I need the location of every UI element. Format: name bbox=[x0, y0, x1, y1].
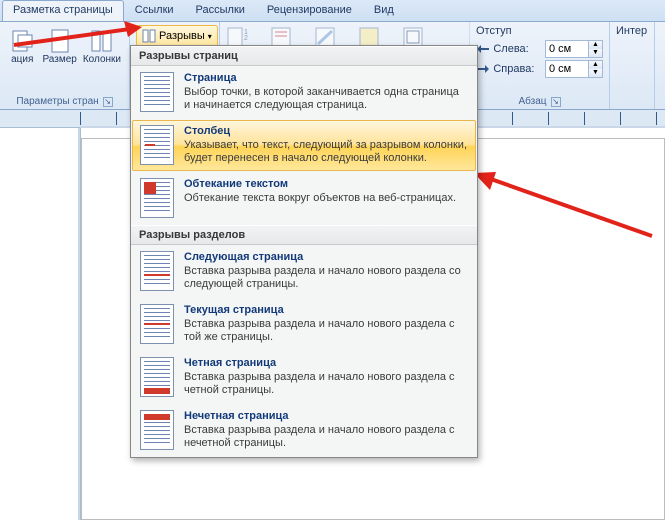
size-button[interactable]: Размер bbox=[40, 25, 78, 68]
dropdown-item-title: Страница bbox=[184, 72, 468, 85]
page-borders-icon[interactable] bbox=[402, 27, 426, 47]
indent-left-label: Слева: bbox=[493, 43, 541, 55]
text-wrap-break-icon bbox=[140, 178, 174, 218]
dropdown-item-desc: Вставка разрыва раздела и начало нового … bbox=[184, 318, 468, 344]
break-item-odd-page[interactable]: Нечетная страница Вставка разрыва раздел… bbox=[131, 404, 477, 457]
tab-review[interactable]: Рецензирование bbox=[256, 0, 363, 21]
dropdown-item-desc: Выбор точки, в которой заканчивается одн… bbox=[184, 86, 468, 112]
dropdown-item-title: Обтекание текстом bbox=[184, 178, 468, 191]
breaks-dropdown: Разрывы страниц Страница Выбор точки, в … bbox=[130, 45, 478, 458]
dropdown-item-desc: Обтекание текста вокруг объектов на веб-… bbox=[184, 192, 468, 205]
columns-label: Колонки bbox=[83, 54, 121, 65]
paragraph-dialog-launcher[interactable]: ↘ bbox=[551, 97, 561, 107]
orientation-label: ация bbox=[11, 54, 33, 65]
indent-right-label: Справа: bbox=[493, 63, 541, 75]
dropdown-header-page-breaks: Разрывы страниц bbox=[131, 46, 477, 66]
breaks-button[interactable]: Разрывы ▾ bbox=[136, 25, 218, 47]
dropdown-item-desc: Вставка разрыва раздела и начало нового … bbox=[184, 265, 468, 291]
indent-left-icon bbox=[476, 43, 489, 55]
tab-page-layout[interactable]: Разметка страницы bbox=[2, 0, 124, 21]
breaks-icon bbox=[142, 29, 156, 43]
page-setup-group-caption: Параметры стран ↘ bbox=[6, 96, 123, 107]
dropdown-item-title: Нечетная страница bbox=[184, 410, 468, 423]
indent-right-icon bbox=[476, 63, 489, 75]
size-label: Размер bbox=[42, 54, 76, 65]
column-break-icon bbox=[140, 125, 174, 165]
dropdown-item-desc: Вставка разрыва раздела и начало нового … bbox=[184, 371, 468, 397]
page-color-icon[interactable] bbox=[358, 27, 382, 47]
size-icon bbox=[47, 28, 73, 54]
indent-right-input[interactable] bbox=[546, 61, 588, 77]
columns-icon bbox=[89, 28, 115, 54]
odd-page-section-icon bbox=[140, 410, 174, 450]
columns-button[interactable]: Колонки bbox=[81, 25, 123, 68]
watermark-icon[interactable] bbox=[314, 27, 338, 47]
paragraph-group-caption: Абзац ↘ bbox=[476, 96, 603, 107]
continuous-section-icon bbox=[140, 304, 174, 344]
ribbon-tabs: Разметка страницы Ссылки Рассылки Реценз… bbox=[0, 0, 665, 22]
break-item-continuous[interactable]: Текущая страница Вставка разрыва раздела… bbox=[131, 298, 477, 351]
indent-label: Отступ bbox=[476, 25, 603, 39]
line-numbers-icon[interactable]: 12 bbox=[226, 27, 250, 47]
dropdown-item-desc: Указывает, что текст, следующий за разры… bbox=[184, 139, 468, 165]
indent-left-input[interactable] bbox=[546, 41, 588, 57]
page-break-icon bbox=[140, 72, 174, 112]
orientation-icon bbox=[9, 28, 35, 54]
breaks-label: Разрывы bbox=[159, 30, 205, 42]
tab-references[interactable]: Ссылки bbox=[124, 0, 185, 21]
tab-mailings[interactable]: Рассылки bbox=[185, 0, 256, 21]
orientation-button[interactable]: ация bbox=[6, 25, 38, 68]
indent-left-spinner[interactable]: ▲▼ bbox=[545, 40, 603, 58]
dropdown-item-title: Четная страница bbox=[184, 357, 468, 370]
next-page-section-icon bbox=[140, 251, 174, 291]
tab-view[interactable]: Вид bbox=[363, 0, 405, 21]
spin-up[interactable]: ▲ bbox=[588, 61, 602, 69]
spin-up[interactable]: ▲ bbox=[588, 41, 602, 49]
dropdown-header-section-breaks: Разрывы разделов bbox=[131, 225, 477, 245]
indent-right-spinner[interactable]: ▲▼ bbox=[545, 60, 603, 78]
even-page-section-icon bbox=[140, 357, 174, 397]
dropdown-item-title: Следующая страница bbox=[184, 251, 468, 264]
chevron-down-icon: ▾ bbox=[208, 32, 212, 41]
break-item-next-page[interactable]: Следующая страница Вставка разрыва разде… bbox=[131, 245, 477, 298]
spin-down[interactable]: ▼ bbox=[588, 69, 602, 77]
break-item-column[interactable]: Столбец Указывает, что текст, следующий … bbox=[132, 120, 476, 171]
dropdown-item-title: Текущая страница bbox=[184, 304, 468, 317]
dropdown-item-desc: Вставка разрыва раздела и начало нового … bbox=[184, 424, 468, 450]
hyphenation-icon[interactable] bbox=[270, 27, 294, 47]
interval-label: Интер bbox=[616, 25, 648, 37]
spin-down[interactable]: ▼ bbox=[588, 49, 602, 57]
dropdown-item-title: Столбец bbox=[184, 125, 468, 138]
page-setup-dialog-launcher[interactable]: ↘ bbox=[103, 97, 113, 107]
break-item-text-wrap[interactable]: Обтекание текстом Обтекание текста вокру… bbox=[131, 172, 477, 225]
break-item-even-page[interactable]: Четная страница Вставка разрыва раздела … bbox=[131, 351, 477, 404]
svg-text:2: 2 bbox=[244, 35, 248, 42]
break-item-page[interactable]: Страница Выбор точки, в которой заканчив… bbox=[131, 66, 477, 119]
